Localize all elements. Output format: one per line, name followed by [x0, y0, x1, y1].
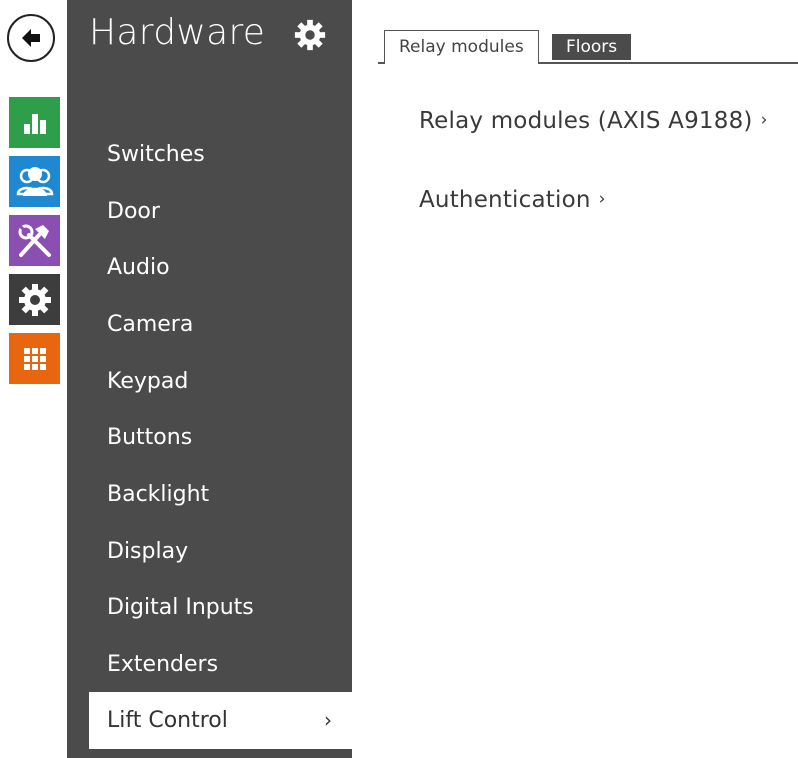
chevron-right-icon: ›: [324, 708, 332, 732]
sidebar-item-label: Backlight: [107, 482, 210, 507]
bar-chart-icon: [23, 113, 46, 134]
sidebar-item-camera[interactable]: Camera: [89, 296, 352, 353]
tools-icon: [18, 224, 51, 257]
tab-bar: Relay modules Floors: [378, 30, 798, 64]
sidebar-item-label: Extenders: [107, 652, 219, 677]
link-label: Relay modules (AXIS A9188): [419, 108, 753, 134]
tab-relay-modules[interactable]: Relay modules: [384, 30, 539, 64]
tab-floors[interactable]: Floors: [552, 34, 632, 60]
link-label: Authentication: [419, 187, 591, 213]
sidebar-item-label: Digital Inputs: [107, 595, 254, 620]
sidebar-item-extenders[interactable]: Extenders: [89, 636, 352, 693]
sidebar-item-buttons[interactable]: Buttons: [89, 409, 352, 466]
sidebar-item-door[interactable]: Door: [89, 183, 352, 240]
arrow-left-icon: [22, 29, 40, 47]
system-tile[interactable]: [9, 274, 60, 325]
directory-tile[interactable]: [9, 156, 60, 207]
sidebar-item-label: Display: [107, 539, 189, 564]
sidebar-item-keypad[interactable]: Keypad: [89, 353, 352, 410]
sidebar-item-lift-control[interactable]: Lift Control ›: [89, 692, 352, 749]
chevron-right-icon: ›: [598, 189, 606, 209]
chevron-right-icon: ›: [760, 110, 768, 130]
sidebar-title: Hardware: [89, 12, 266, 53]
sidebar-item-label: Keypad: [107, 369, 189, 394]
icon-rail: [0, 0, 66, 758]
authentication-link[interactable]: Authentication ›: [419, 187, 606, 213]
relay-modules-link[interactable]: Relay modules (AXIS A9188) ›: [419, 108, 768, 134]
users-icon: [16, 166, 53, 196]
services-tile[interactable]: [9, 215, 60, 266]
sidebar-item-label: Lift Control: [107, 708, 228, 733]
sidebar: Hardware Switches Door Audio Camera Keyp…: [67, 0, 352, 758]
grid-tile[interactable]: [9, 333, 60, 384]
sidebar-item-switches[interactable]: Switches: [89, 126, 352, 183]
sidebar-item-label: Buttons: [107, 425, 193, 450]
sidebar-item-label: Audio: [107, 255, 170, 280]
sidebar-item-backlight[interactable]: Backlight: [89, 466, 352, 523]
sidebar-item-audio[interactable]: Audio: [89, 239, 352, 296]
grid-icon: [23, 347, 46, 370]
sidebar-item-digital-inputs[interactable]: Digital Inputs: [89, 579, 352, 636]
sidebar-item-label: Door: [107, 199, 160, 224]
status-tile[interactable]: [9, 97, 60, 148]
gear-icon[interactable]: [293, 18, 327, 56]
sidebar-item-display[interactable]: Display: [89, 523, 352, 580]
sidebar-item-label: Camera: [107, 312, 194, 337]
back-button[interactable]: [7, 14, 55, 62]
sidebar-item-label: Switches: [107, 142, 205, 167]
gear-icon: [18, 283, 51, 316]
